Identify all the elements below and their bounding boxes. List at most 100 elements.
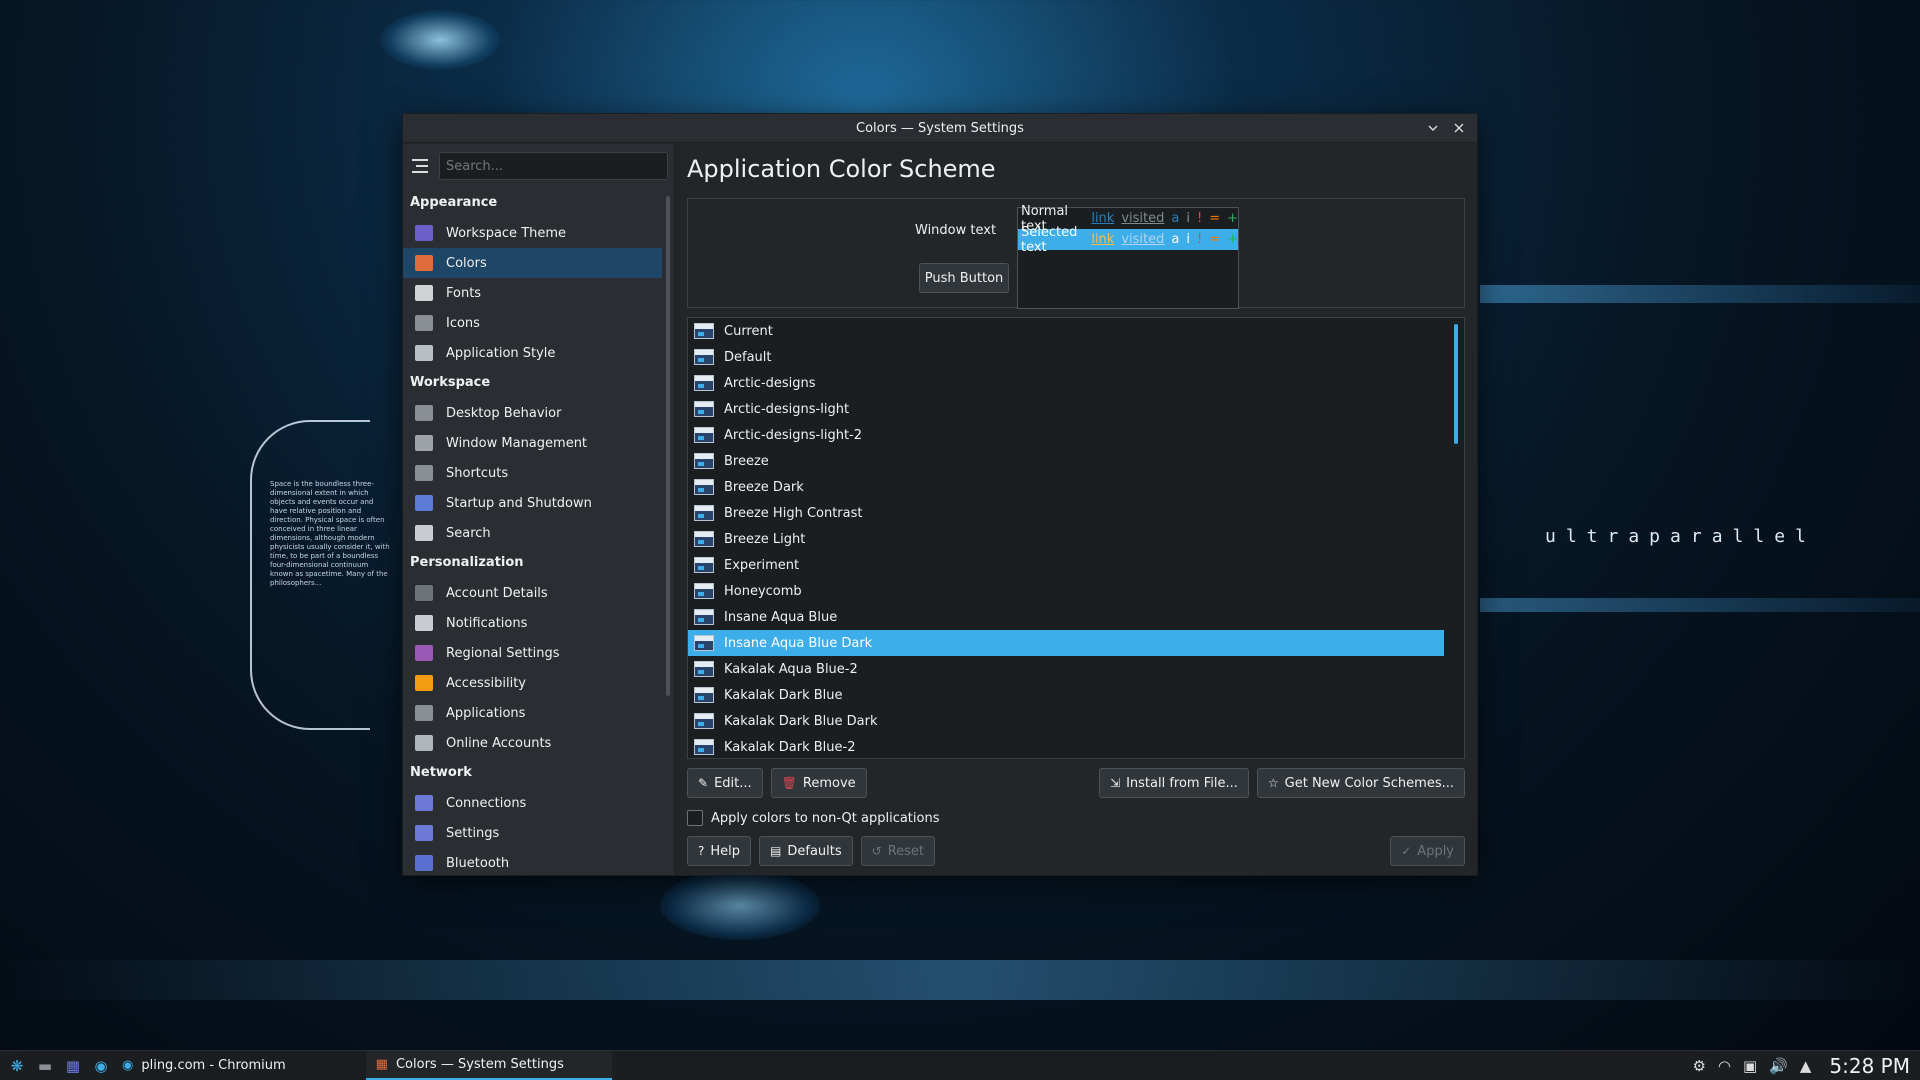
sidebar-item-shortcuts[interactable]: Shortcuts — [403, 458, 662, 488]
help-button[interactable]: ? Help — [687, 836, 752, 866]
install-from-file-button[interactable]: ⇲ Install from File... — [1099, 768, 1249, 798]
color-scheme-label: Arctic-designs — [724, 375, 816, 391]
color-scheme-icon — [694, 583, 714, 599]
system-settings-window: Colors — System Settings Appearance Works… — [402, 113, 1478, 876]
color-scheme-item[interactable]: Experiment — [688, 552, 1444, 578]
application-launcher-icon[interactable]: ❋ — [6, 1055, 28, 1077]
color-scheme-item[interactable]: Current — [688, 318, 1444, 344]
sidebar-item-label: Desktop Behavior — [446, 405, 562, 421]
task-chromium[interactable]: ◉ pling.com - Chromium — [112, 1051, 296, 1080]
window-title: Colors — System Settings — [856, 120, 1024, 136]
sidebar-item-window-management[interactable]: Window Management — [403, 428, 662, 458]
clipboard-icon[interactable]: ▣ — [1743, 1057, 1757, 1075]
settings-icon — [415, 825, 433, 841]
browser-icon[interactable]: ◉ — [90, 1055, 112, 1077]
volume-icon[interactable]: 🔊 — [1769, 1057, 1788, 1075]
color-scheme-item[interactable]: Breeze High Contrast — [688, 500, 1444, 526]
preview-positive: + — [1227, 232, 1238, 247]
apply-non-qt-row[interactable]: Apply colors to non-Qt applications — [687, 808, 1465, 828]
clock[interactable]: 5:28 PM — [1829, 1054, 1910, 1078]
scheme-list-scrollbar[interactable] — [1454, 324, 1458, 444]
color-scheme-item[interactable]: Arctic-designs-light-2 — [688, 422, 1444, 448]
terminal-icon[interactable]: ▬ — [34, 1055, 56, 1077]
sidebar-item-icons[interactable]: Icons — [403, 308, 662, 338]
sidebar-item-colors[interactable]: Colors — [403, 248, 662, 278]
sidebar-item-account-details[interactable]: Account Details — [403, 578, 662, 608]
sidebar-item-desktop-behavior[interactable]: Desktop Behavior — [403, 398, 662, 428]
color-scheme-icon — [694, 453, 714, 469]
sidebar-item-notifications[interactable]: Notifications — [403, 608, 662, 638]
sidebar-item-settings[interactable]: Settings — [403, 818, 662, 848]
sidebar-item-regional-settings[interactable]: Regional Settings — [403, 638, 662, 668]
trash-icon: 🗑 — [781, 776, 797, 790]
checkmark-icon: ✓ — [1401, 844, 1412, 858]
task-system-settings[interactable]: ▦ Colors — System Settings — [365, 1050, 612, 1080]
color-scheme-item[interactable]: Kakalak Dark Blue Dark — [688, 708, 1444, 734]
close-button[interactable] — [1449, 118, 1469, 138]
defaults-button[interactable]: ▤ Defaults — [759, 836, 853, 866]
file-manager-icon[interactable]: ▦ — [62, 1055, 84, 1077]
color-scheme-icon — [694, 609, 714, 625]
sidebar-item-label: Online Accounts — [446, 735, 552, 751]
connections-icon — [415, 795, 433, 811]
sidebar-item-search[interactable]: Search — [403, 518, 662, 548]
minimize-button[interactable] — [1423, 118, 1443, 138]
sidebar-item-connections[interactable]: Connections — [403, 788, 662, 818]
sidebar-item-applications[interactable]: Applications — [403, 698, 662, 728]
sidebar-item-bluetooth[interactable]: Bluetooth — [403, 848, 662, 875]
color-scheme-item[interactable]: Default — [688, 344, 1444, 370]
sidebar-list: Appearance Workspace Theme Colors Fonts Icon… — [403, 188, 662, 875]
color-scheme-item[interactable]: Breeze Dark — [688, 474, 1444, 500]
color-scheme-item[interactable]: Kakalak Aqua Blue-2 — [688, 656, 1444, 682]
settings-task-icon: ▦ — [375, 1056, 388, 1072]
color-scheme-list[interactable]: Current Default Arctic-designs Arctic-desig… — [687, 317, 1465, 759]
get-new-schemes-button[interactable]: ☆ Get New Color Schemes... — [1256, 768, 1465, 798]
system-tray: ⚙ ◠ ▣ 🔊 ▲ 5:28 PM — [1692, 1051, 1910, 1080]
search-icon — [415, 525, 433, 541]
sidebar-item-workspace-theme[interactable]: Workspace Theme — [403, 218, 662, 248]
color-scheme-item[interactable]: Breeze — [688, 448, 1444, 474]
preview-inactive: i — [1186, 232, 1190, 247]
sidebar-scrollbar[interactable] — [666, 196, 670, 696]
reset-button[interactable]: ↺ Reset — [860, 836, 936, 866]
sidebar-item-startup-and-shutdown[interactable]: Startup and Shutdown — [403, 488, 662, 518]
application-style-icon — [415, 345, 433, 361]
color-scheme-item[interactable]: Insane Aqua Blue — [688, 604, 1444, 630]
remove-button[interactable]: 🗑 Remove — [770, 768, 867, 798]
color-scheme-item[interactable]: Arctic-designs-light — [688, 396, 1444, 422]
color-scheme-item[interactable]: Arctic-designs — [688, 370, 1444, 396]
color-scheme-item[interactable]: Kakalak Dark Blue — [688, 682, 1444, 708]
color-scheme-icon — [694, 635, 714, 651]
gear-icon[interactable]: ⚙ — [1692, 1057, 1705, 1075]
color-scheme-item[interactable]: Kakalak Dark Blue-2 — [688, 734, 1444, 758]
wallpaper-band — [0, 960, 1920, 1000]
search-input[interactable] — [439, 152, 668, 180]
pencil-icon: ✎ — [698, 776, 709, 790]
color-scheme-item[interactable]: Honeycomb — [688, 578, 1444, 604]
apply-non-qt-label: Apply colors to non-Qt applications — [711, 810, 940, 826]
sidebar-item-label: Colors — [446, 255, 487, 271]
color-scheme-item[interactable]: Breeze Light — [688, 526, 1444, 552]
color-scheme-icon — [694, 479, 714, 495]
edit-button[interactable]: ✎ Edit... — [687, 768, 763, 798]
sidebar-item-label: Application Style — [446, 345, 556, 361]
color-scheme-label: Current — [724, 323, 773, 339]
menu-icon[interactable] — [409, 154, 433, 178]
sidebar-item-application-style[interactable]: Application Style — [403, 338, 662, 368]
sidebar-item-accessibility[interactable]: Accessibility — [403, 668, 662, 698]
color-preview: Window text Push Button Normal text link… — [687, 198, 1465, 309]
color-scheme-item[interactable]: Insane Aqua Blue Dark — [688, 630, 1444, 656]
sidebar: Appearance Workspace Theme Colors Fonts Icon… — [403, 144, 675, 875]
sidebar-item-online-accounts[interactable]: Online Accounts — [403, 728, 662, 758]
apply-button[interactable]: ✓ Apply — [1390, 836, 1465, 866]
preview-negative: ! — [1196, 211, 1203, 226]
apply-button-label: Apply — [1417, 843, 1454, 859]
sidebar-item-fonts[interactable]: Fonts — [403, 278, 662, 308]
color-scheme-label: Arctic-designs-light — [724, 401, 850, 417]
chevron-up-icon[interactable]: ▲ — [1800, 1057, 1812, 1075]
title-bar[interactable]: Colors — System Settings — [403, 114, 1477, 143]
preview-push-button[interactable]: Push Button — [919, 263, 1009, 293]
apply-non-qt-checkbox[interactable] — [687, 810, 703, 826]
preview-link: link — [1091, 232, 1115, 247]
wifi-icon[interactable]: ◠ — [1718, 1057, 1731, 1075]
